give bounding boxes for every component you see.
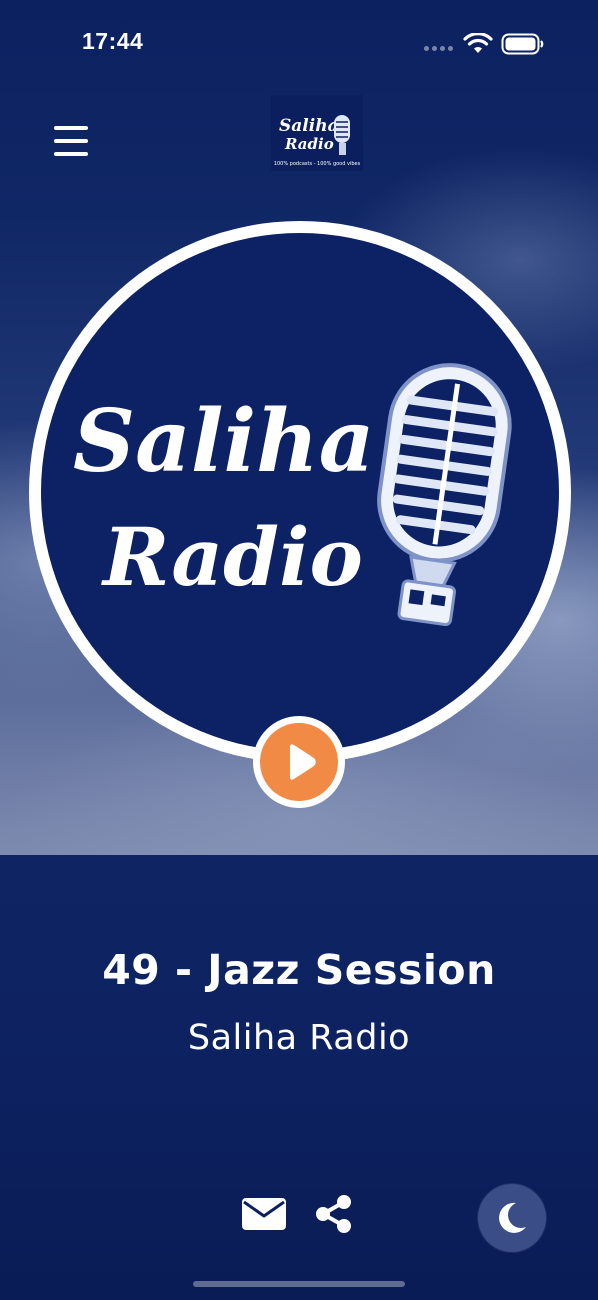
share-icon[interactable] (313, 1193, 355, 1235)
artwork-circle: Saliha Radio (29, 221, 571, 763)
mail-icon[interactable] (241, 1196, 287, 1232)
microphone-icon (377, 363, 512, 627)
artwork-text-line2: Radio (101, 510, 363, 604)
play-button[interactable] (253, 716, 345, 808)
logo-tagline: 100% podcasts - 100% good vibes (274, 161, 361, 167)
wifi-icon (463, 32, 493, 59)
moon-icon (499, 1202, 526, 1233)
artwork-inner: Saliha Radio (41, 233, 559, 751)
play-icon (260, 723, 338, 801)
status-time: 17:44 (82, 28, 144, 54)
logo-text-line2: Radio (284, 135, 334, 153)
microphone-icon (334, 115, 350, 155)
station-name: Saliha Radio (187, 1018, 411, 1058)
night-mode-button[interactable] (478, 1184, 546, 1252)
hamburger-menu-icon[interactable] (54, 126, 88, 156)
cellular-signal-icon (424, 46, 453, 51)
artwork-text-line1: Saliha (73, 391, 374, 492)
station-logo: Saliha Radio 100% podcasts - 100% good v… (271, 95, 363, 171)
home-indicator (193, 1281, 405, 1287)
logo-text-line1: Saliha (279, 116, 339, 136)
track-title: 49 - Jazz Session (102, 946, 496, 994)
battery-icon (501, 33, 545, 59)
